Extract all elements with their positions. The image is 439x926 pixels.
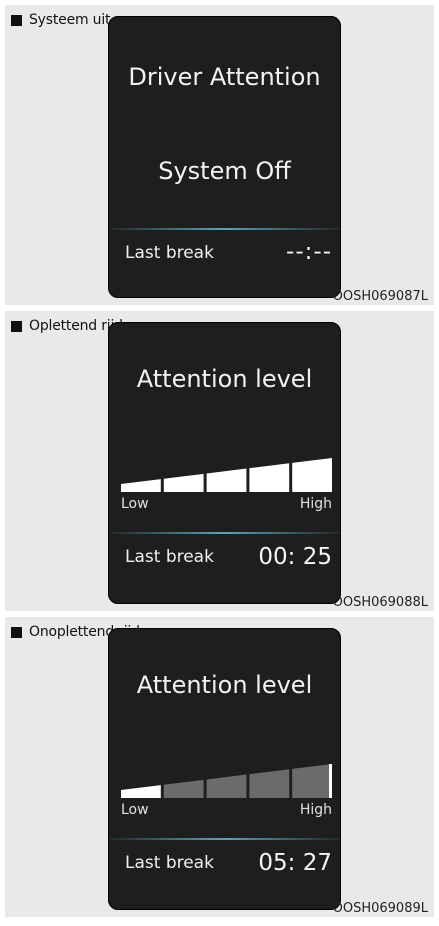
divider (109, 838, 340, 840)
last-break-value: 05: 27 (258, 850, 332, 876)
screen-title: Attention level (136, 365, 313, 393)
screen-title-line2: System Off (158, 157, 291, 185)
meter-labels: Low High (121, 496, 332, 514)
meter-high-label: High (299, 496, 332, 512)
panel-inattentive-driving: Onoplettend rijden Attention level Low H… (5, 617, 434, 917)
section-heading-text: Systeem uit (29, 12, 111, 28)
meter-segment (206, 468, 247, 492)
screen-title-line1: Driver Attention (128, 63, 321, 91)
cluster-screen: Driver Attention System Off Last break -… (108, 16, 341, 298)
section-heading: Systeem uit (11, 10, 111, 30)
last-break-label: Last break (125, 243, 214, 263)
cluster-screen: Attention level Low High Last break 00: … (108, 322, 341, 604)
image-code: OOSH069087L (332, 289, 428, 304)
meter-low-label: Low (121, 496, 149, 512)
image-code: OOSH069088L (332, 595, 428, 610)
meter-segment (206, 774, 247, 798)
last-break-label: Last break (125, 547, 214, 567)
last-break-value: --:-- (286, 239, 332, 265)
meter-high-label: High (299, 802, 332, 818)
bullet-square-icon (11, 320, 22, 332)
meter-segment (249, 463, 290, 492)
image-code: OOSH069089L (332, 901, 428, 916)
bullet-square-icon (11, 14, 22, 26)
panel-attentive-driving: Oplettend rijden Attention level Low Hig… (5, 311, 434, 611)
panel-system-off: Systeem uit Driver Attention System Off … (5, 5, 434, 305)
meter-segment (163, 779, 204, 798)
meter-segment (292, 458, 332, 492)
screen-title: Attention level (136, 671, 313, 699)
meter-segment (121, 785, 161, 798)
meter-segment (163, 473, 204, 492)
meter-labels: Low High (121, 802, 332, 820)
meter-segment (292, 764, 332, 798)
attention-level-meter (121, 764, 332, 798)
cluster-screen: Attention level Low High Last break 05: … (108, 628, 341, 910)
meter-segment (121, 479, 161, 492)
meter-end-marker (329, 764, 332, 798)
attention-level-meter (121, 458, 332, 492)
last-break-label: Last break (125, 853, 214, 873)
bullet-square-icon (11, 626, 22, 638)
divider (109, 532, 340, 534)
meter-low-label: Low (121, 802, 149, 818)
meter-segment (249, 769, 290, 798)
last-break-value: 00: 25 (258, 544, 332, 570)
divider (109, 228, 340, 230)
